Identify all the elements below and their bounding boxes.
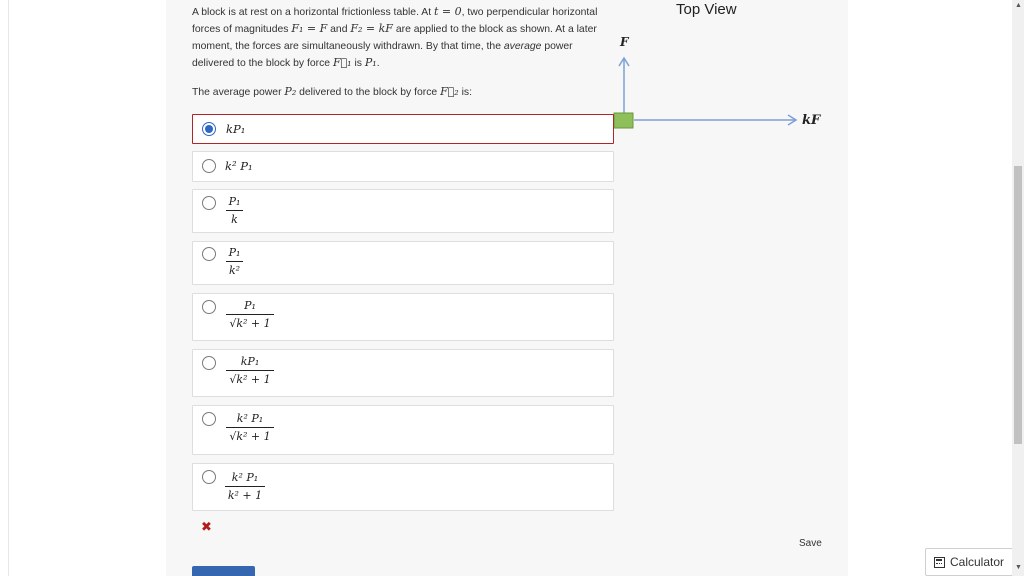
force-diagram: F kF (613, 35, 821, 129)
radio-button-e[interactable] (202, 300, 216, 314)
answer-option-g[interactable]: k² P₁ √k² + 1 (192, 405, 614, 455)
radio-button-d[interactable] (202, 247, 216, 261)
option-d-fraction: P₁ k² (226, 245, 243, 278)
option-g-fraction: k² P₁ √k² + 1 (226, 411, 274, 444)
incorrect-icon: ✖ (201, 519, 212, 534)
answer-option-f[interactable]: kP₁ √k² + 1 (192, 349, 614, 397)
force-kf-label: kF (802, 113, 821, 128)
radio-button-h[interactable] (202, 470, 216, 484)
radio-button-c[interactable] (202, 196, 216, 210)
calculator-icon (934, 556, 945, 568)
radio-button-f[interactable] (202, 356, 216, 370)
radio-button-g[interactable] (202, 412, 216, 426)
scroll-down-icon[interactable]: ▼ (1015, 564, 1022, 571)
option-f-fraction: kP₁ √k² + 1 (226, 354, 274, 387)
vertical-scrollbar[interactable]: ▲ ▼ (1012, 0, 1024, 576)
radio-button-b[interactable] (202, 159, 216, 173)
question-text: A block is at rest on a horizontal frict… (192, 5, 598, 70)
calculator-button[interactable]: Calculator (925, 548, 1013, 576)
radio-button-a[interactable] (202, 122, 216, 136)
answer-option-h[interactable]: k² P₁ k² + 1 (192, 463, 614, 511)
diagram-title: Top View (676, 1, 737, 18)
subquestion-text: The average power P₂ delivered to the bl… (192, 85, 473, 98)
submit-button[interactable] (192, 566, 255, 576)
answer-option-a[interactable]: kP₁ (192, 114, 614, 144)
calculator-label: Calculator (950, 555, 1005, 569)
page-margin-right (848, 0, 1012, 576)
block (613, 112, 634, 129)
option-c-fraction: P₁ k (226, 194, 243, 227)
scrollbar-thumb[interactable] (1014, 166, 1022, 444)
option-b-expression: k² P₁ (225, 159, 253, 173)
page-left-edge (0, 0, 9, 576)
force-f-label: F (619, 35, 630, 49)
option-h-fraction: k² P₁ k² + 1 (225, 470, 265, 503)
answer-option-b[interactable]: k² P₁ (192, 151, 614, 182)
answer-option-e[interactable]: P₁ √k² + 1 (192, 293, 614, 341)
answer-option-d[interactable]: P₁ k² (192, 241, 614, 285)
save-link[interactable]: Save (799, 538, 822, 549)
answer-option-c[interactable]: P₁ k (192, 189, 614, 233)
page-margin-left (9, 0, 166, 576)
scroll-up-icon[interactable]: ▲ (1015, 2, 1022, 9)
option-e-fraction: P₁ √k² + 1 (226, 298, 274, 331)
option-a-expression: kP₁ (226, 122, 246, 136)
